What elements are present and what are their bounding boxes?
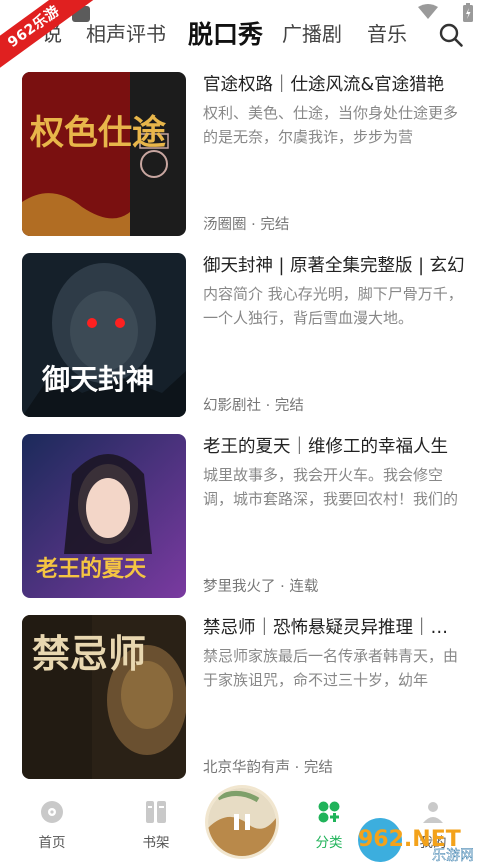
list-item[interactable]: 御天封神 御天封神 | 原著全集完整版 | 玄幻 内容简介 我心存光明，脚下尸骨…	[0, 241, 486, 417]
item-title: 御天封神 | 原著全集完整版 | 玄幻	[203, 256, 465, 276]
item-info: 官途权路｜仕途风流&官途猎艳 权利、美色、仕途，当你身处仕途更多的是无奈，尔虞我…	[203, 72, 465, 236]
cover-image[interactable]: 御天封神	[22, 253, 186, 417]
category-tabs: 说 相声评书 脱口秀 广播剧 音乐	[0, 16, 486, 52]
cover-title-text: 禁忌师	[32, 631, 146, 676]
tab-crosstalk[interactable]: 相声评书	[86, 18, 166, 47]
item-info: 御天封神 | 原著全集完整版 | 玄幻 内容简介 我心存光明，脚下尸骨万千，一个…	[203, 253, 465, 417]
cover-title-text: 御天封神	[41, 363, 154, 396]
item-title: 禁忌师｜恐怖悬疑灵异推理｜多人	[203, 618, 465, 638]
item-meta: 梦里我火了 · 连载	[203, 579, 319, 595]
item-description: 权利、美色、仕途，当你身处仕途更多的是无奈，尔虞我诈，步步为营	[203, 104, 459, 146]
item-meta: 北京华韵有声 · 完结	[203, 760, 333, 776]
cover-image[interactable]: 老王的夏天	[22, 434, 186, 598]
watermark-sub: 乐游网	[432, 848, 474, 864]
item-info: 禁忌师｜恐怖悬疑灵异推理｜多人 禁忌师家族最后一名传承者韩青天，由于家族诅咒，命…	[203, 615, 465, 779]
tab-music[interactable]: 音乐	[367, 18, 407, 47]
nav-bookshelf-label: 书架	[142, 835, 170, 851]
search-icon[interactable]	[438, 22, 464, 48]
item-title: 官途权路｜仕途风流&官途猎艳	[203, 75, 445, 95]
category-icon	[318, 801, 340, 823]
site-watermark: 962.NET 乐游网	[358, 818, 474, 864]
item-description: 内容简介 我心存光明，脚下尸骨万千，一个人独行，背后雪血漫大地。	[203, 285, 463, 327]
cover-title-text: 老王的夏天	[35, 556, 147, 582]
item-info: 老王的夏天｜维修工的幸福人生 城里故事多，我会开火车。我会修空调，城市套路深，我…	[203, 434, 465, 598]
cover-image[interactable]: 禁忌师	[22, 615, 186, 779]
item-title: 老王的夏天｜维修工的幸福人生	[203, 437, 448, 457]
cover-image[interactable]: 权色仕途	[22, 72, 186, 236]
nav-bookshelf[interactable]: 书架	[116, 800, 196, 851]
bookshelf-icon	[146, 801, 166, 823]
list-item[interactable]: 权色仕途 官途权路｜仕途风流&官途猎艳 权利、美色、仕途，当你身处仕途更多的是无…	[0, 60, 486, 236]
item-description: 城里故事多，我会开火车。我会修空调，城市套路深，我要回农村！我们的	[203, 466, 459, 508]
cover-title-text: 权色仕途	[29, 113, 166, 153]
pause-icon	[234, 814, 239, 830]
nav-home-label: 首页	[38, 835, 66, 851]
item-description: 禁忌师家族最后一名传承者韩青天，由于家族诅咒，命不过三十岁，幼年	[203, 647, 459, 689]
item-meta: 幻影剧社 · 完结	[203, 398, 304, 414]
nav-home[interactable]: 首页	[12, 800, 92, 851]
list-item[interactable]: 禁忌师 禁忌师｜恐怖悬疑灵异推理｜多人 禁忌师家族最后一名传承者韩青天，由于家族…	[0, 603, 486, 779]
now-playing-disc[interactable]	[208, 788, 276, 856]
tab-talkshow[interactable]: 脱口秀	[188, 15, 263, 51]
tab-radio-drama[interactable]: 广播剧	[282, 18, 342, 47]
disc-icon	[41, 801, 63, 823]
item-meta: 汤圈圈 · 完结	[203, 217, 290, 233]
list-item[interactable]: 老王的夏天 老王的夏天｜维修工的幸福人生 城里故事多，我会开火车。我会修空调，城…	[0, 422, 486, 598]
